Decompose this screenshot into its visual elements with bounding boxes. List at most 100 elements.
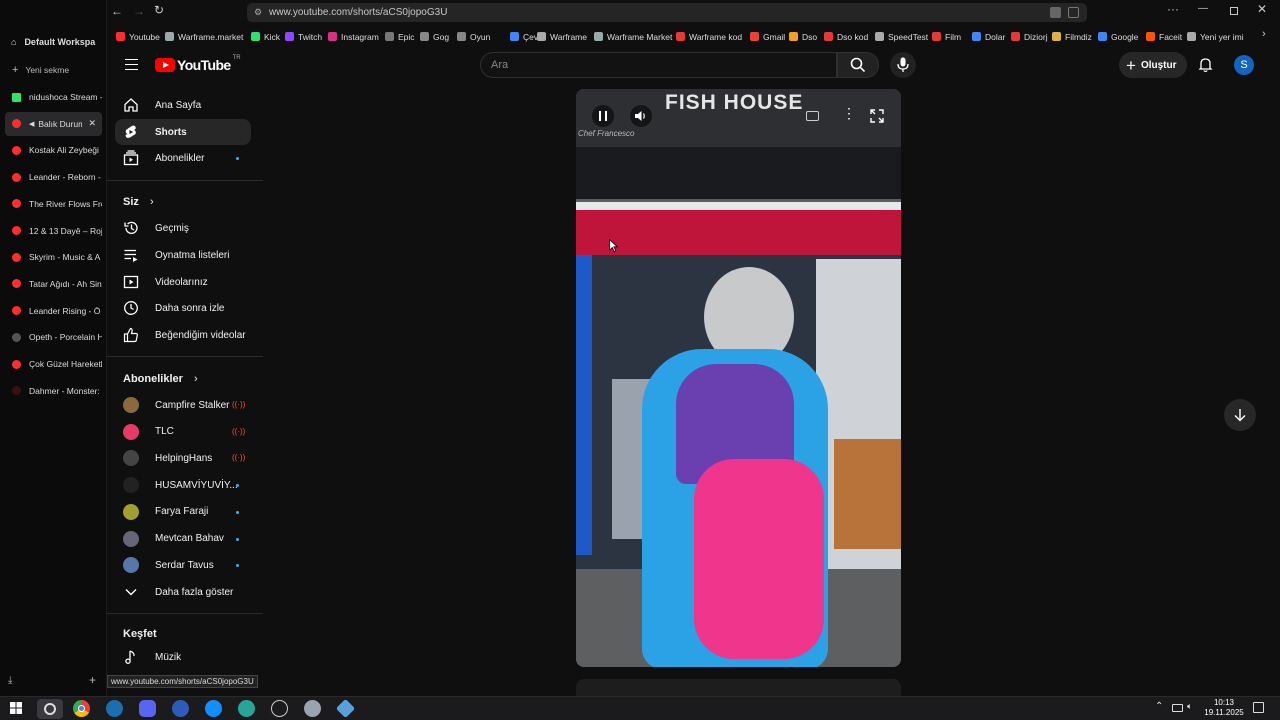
- browser-tab[interactable]: Dahmer - Monster:: [5, 379, 102, 403]
- subscription-channel[interactable]: HUSAMVİYUVİY...: [115, 472, 251, 498]
- bookmark-item[interactable]: Dso: [789, 29, 817, 44]
- you-section-header[interactable]: Siz ›: [123, 196, 154, 208]
- forward-icon[interactable]: →: [133, 4, 145, 18]
- browser-tab[interactable]: Kostak Ali Zeybeği: [5, 138, 102, 162]
- subscription-channel[interactable]: Farya Faraji: [115, 499, 251, 525]
- nav-liked-videos[interactable]: Beğendiğim videolar: [115, 322, 251, 348]
- nav-your-videos[interactable]: Videolarınız: [115, 269, 251, 295]
- bookmark-item[interactable]: Instagram: [328, 29, 379, 44]
- browser-tab[interactable]: nidushoca Stream -: [5, 85, 102, 109]
- app-icon-blue[interactable]: [172, 700, 189, 717]
- nav-music[interactable]: Müzik: [115, 644, 251, 670]
- browser-tab[interactable]: Tatar Ağıdı - Ah Sin: [5, 272, 102, 296]
- maximize-icon[interactable]: [1230, 7, 1238, 15]
- minimize-icon[interactable]: —: [1198, 3, 1208, 14]
- nav-watch-later[interactable]: Daha sonra izle: [115, 295, 251, 321]
- nav-history[interactable]: Geçmiş: [115, 215, 251, 241]
- bookmark-item[interactable]: Youtube: [116, 29, 160, 44]
- app-icon-teal[interactable]: [238, 700, 255, 717]
- add-icon[interactable]: +: [89, 673, 96, 687]
- fullscreen-icon[interactable]: [870, 109, 884, 123]
- bookmark-item[interactable]: Diziorj: [1011, 29, 1048, 44]
- network-icon[interactable]: [1172, 704, 1183, 712]
- bookmark-item[interactable]: SpeedTest: [875, 29, 928, 44]
- bookmark-item[interactable]: Oyun: [457, 29, 490, 44]
- taskbar-app-active[interactable]: [37, 699, 63, 719]
- browser-tab[interactable]: Çok Güzel Hareketl: [5, 352, 102, 376]
- steam-icon[interactable]: [106, 700, 123, 717]
- captions-icon[interactable]: [806, 111, 819, 121]
- menu-icon[interactable]: ···: [1167, 2, 1179, 16]
- browser-tab[interactable]: 12 & 13 Dayê – Roj: [5, 219, 102, 243]
- bookmark-item[interactable]: Kick: [251, 29, 280, 44]
- notifications-icon[interactable]: [1253, 702, 1264, 713]
- discord-icon[interactable]: [139, 700, 156, 717]
- clock[interactable]: 10:13 19.11.2025: [1200, 698, 1248, 718]
- battlenet-icon[interactable]: [205, 700, 222, 717]
- bookmark-item[interactable]: Google: [1098, 29, 1138, 44]
- translate-icon[interactable]: [1050, 7, 1061, 18]
- browser-tab[interactable]: The River Flows Fro: [5, 192, 102, 216]
- close-window-icon[interactable]: ✕: [1257, 2, 1267, 16]
- app-icon-diamond[interactable]: [335, 698, 356, 719]
- app-icon-gray[interactable]: [304, 700, 321, 717]
- bookmark-item[interactable]: Twitch: [285, 29, 322, 44]
- speaker-icon[interactable]: 🔈︎: [1187, 701, 1192, 712]
- back-icon[interactable]: ←: [111, 4, 123, 18]
- workspace-switcher[interactable]: ⌂ Default Workspa: [5, 30, 102, 54]
- bookmark-item[interactable]: Warframe Market: [594, 29, 672, 44]
- pause-button[interactable]: [592, 105, 614, 127]
- bookmark-item[interactable]: Warframe kod: [676, 29, 742, 44]
- app-icon-outline[interactable]: [271, 700, 288, 717]
- browser-tab[interactable]: Opeth - Porcelain H: [5, 325, 102, 349]
- browser-tab[interactable]: ◀︎Balık Durumu✕: [5, 111, 102, 136]
- reader-icon[interactable]: [1068, 7, 1079, 18]
- bookmark-item[interactable]: Gmail: [750, 29, 785, 44]
- new-tab-button[interactable]: + Yeni sekme: [5, 58, 102, 82]
- subscription-channel[interactable]: HelpingHans: [115, 445, 251, 471]
- nav-home[interactable]: Ana Sayfa: [115, 92, 251, 118]
- subscription-channel[interactable]: Serdar Tavus: [115, 552, 251, 578]
- show-more-button[interactable]: Daha fazla göster: [115, 579, 251, 605]
- bookmark-item[interactable]: Gog: [420, 29, 449, 44]
- tab-audio-icon[interactable]: ◀︎: [29, 120, 34, 128]
- search-box[interactable]: Ara: [480, 52, 837, 78]
- next-short-button[interactable]: [1224, 399, 1256, 431]
- shorts-video-player[interactable]: FISH HOUSE Chef Francesco ⋮: [576, 89, 901, 667]
- bookmark-item[interactable]: Filmdiz: [1052, 29, 1092, 44]
- browser-tab[interactable]: Leander Rising - Ö: [5, 299, 102, 323]
- bookmark-item[interactable]: Dolar: [972, 29, 1005, 44]
- nav-shorts[interactable]: Shorts: [115, 119, 251, 145]
- search-button[interactable]: [837, 52, 879, 78]
- chrome-icon[interactable]: [73, 700, 90, 717]
- create-button[interactable]: + Oluştur: [1119, 52, 1187, 78]
- account-avatar[interactable]: S: [1234, 55, 1254, 75]
- browser-tab[interactable]: Leander - Reborn -: [5, 165, 102, 189]
- subscription-channel[interactable]: Mevtcan Bahav: [115, 526, 251, 552]
- bookmark-item[interactable]: Faceit: [1146, 29, 1182, 44]
- downloads-icon[interactable]: ⤓: [8, 675, 12, 686]
- voice-search-button[interactable]: [890, 52, 916, 78]
- bookmarks-more-icon[interactable]: ›: [1262, 28, 1266, 40]
- more-options-icon[interactable]: ⋮: [842, 106, 856, 120]
- bookmark-item[interactable]: Film: [932, 29, 961, 44]
- volume-button[interactable]: [630, 105, 652, 127]
- hamburger-icon[interactable]: [125, 59, 138, 70]
- notifications-bell-icon[interactable]: [1198, 57, 1213, 73]
- tab-close-icon[interactable]: ✕: [88, 118, 96, 129]
- subscriptions-section-header[interactable]: Abonelikler ›: [123, 373, 198, 385]
- nav-playlists[interactable]: Oynatma listeleri: [115, 242, 251, 268]
- bookmark-item[interactable]: Dso kod: [824, 29, 868, 44]
- reload-icon[interactable]: ↻: [154, 3, 164, 17]
- browser-tab[interactable]: Skyrim - Music & A: [5, 245, 102, 269]
- site-info-icon[interactable]: ⚙: [254, 3, 262, 22]
- bookmark-item[interactable]: Epic: [385, 29, 415, 44]
- address-bar[interactable]: ⚙ www.youtube.com/shorts/aCS0jopoG3U: [247, 3, 1087, 22]
- youtube-logo[interactable]: YouTube TR: [155, 55, 241, 73]
- nav-subscriptions[interactable]: Abonelikler: [115, 145, 251, 171]
- tray-chevron-up-icon[interactable]: ⌃: [1155, 701, 1163, 712]
- bookmark-item[interactable]: Warframe.market: [165, 29, 243, 44]
- bookmark-item[interactable]: Yeni yer imi: [1187, 29, 1244, 44]
- windows-start-icon[interactable]: [10, 702, 22, 714]
- bookmark-item[interactable]: Warframe: [537, 29, 587, 44]
